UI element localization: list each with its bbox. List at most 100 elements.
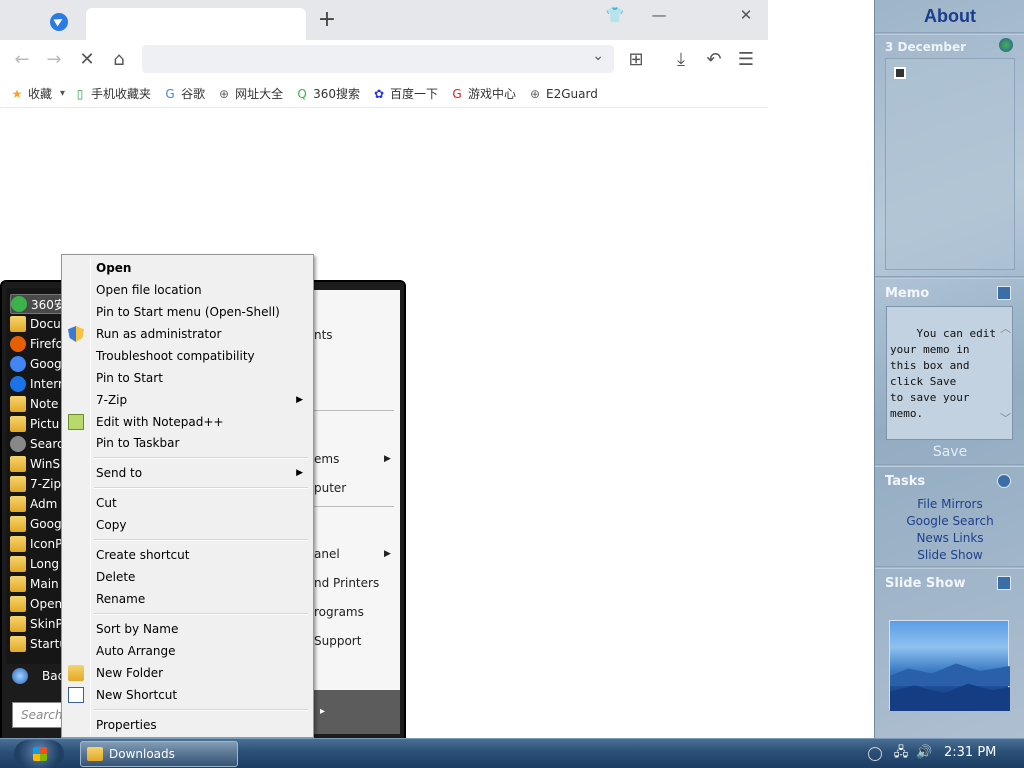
menu-item-pin-start-openshell[interactable]: Pin to Start menu (Open-Shell) [64,301,311,323]
menu-item-send-to[interactable]: Send to ▶ [64,462,311,484]
bookmark-item[interactable]: ✿ 百度一下 [372,85,438,102]
start-menu-pinned-item[interactable]: 7-Zip [10,474,68,494]
volume-icon[interactable]: 🔊 [916,745,932,761]
start-menu-pinned-item[interactable]: SkinP [10,614,68,634]
address-bar[interactable]: ⌄ [142,45,614,73]
menu-item-sort-by-name[interactable]: Sort by Name [64,618,311,640]
network-icon[interactable]: 🖧 [893,745,909,761]
start-menu-pinned-item[interactable]: Searc [10,434,68,454]
menu-item-rename[interactable]: Rename [64,588,311,610]
active-tab[interactable] [86,8,306,40]
menu-item-properties[interactable]: Properties [64,714,311,736]
menu-item-new-shortcut[interactable]: New Shortcut [64,684,311,706]
start-menu-search-input[interactable]: Search p [12,702,68,728]
bookmark-item[interactable]: G 谷歌 [163,85,205,102]
menu-item-edit-notepadpp[interactable]: Edit with Notepad++ [64,411,311,433]
stop-loading-icon[interactable]: ✕ [75,48,99,72]
start-menu-right-item[interactable]: nd Printers [314,576,379,590]
menu-item-7zip[interactable]: 7-Zip ▶ [64,389,311,411]
home-icon[interactable]: ⌂ [107,48,131,72]
start-menu-right-item[interactable]: Support [314,634,361,648]
bookmark-item[interactable]: ⊕ E2Guard [528,87,598,101]
menu-item-cut[interactable]: Cut [64,492,311,514]
minimize-button[interactable]: — [647,4,671,26]
menu-item-delete[interactable]: Delete [64,566,311,588]
close-button[interactable]: ✕ [734,4,758,26]
start-menu-pinned-item[interactable]: Interr [10,374,68,394]
power-options-arrow-icon[interactable]: ▸ [320,706,325,717]
start-menu-pinned-item[interactable]: WinS [10,454,68,474]
forward-arrow-icon[interactable]: → [42,48,66,72]
task-link-slide-show[interactable]: Slide Show [875,548,1024,562]
task-link-google-search[interactable]: Google Search [875,514,1024,528]
start-menu-pinned-item[interactable]: Docu [10,314,68,334]
bookmark-item[interactable]: ⊕ 网址大全 [217,85,283,102]
menu-item-troubleshoot[interactable]: Troubleshoot compatibility [64,345,311,367]
start-menu-pinned-item[interactable]: Goog [10,514,68,534]
memo-save-button[interactable]: Save [875,444,1024,460]
taskbar-clock[interactable]: 2:31 PM [944,745,996,760]
menu-icon[interactable]: ☰ [734,48,758,72]
start-menu-right-item[interactable]: ems [314,452,339,466]
sidebar-about-title[interactable]: About [875,6,1024,27]
menu-item-pin-to-taskbar[interactable]: Pin to Taskbar [64,432,311,454]
start-menu-pinned-item[interactable]: IconP [10,534,68,554]
memo-scrollbar[interactable]: ︿ ﹀ [998,307,1012,439]
bookmark-dropdown-icon[interactable]: ▾ [60,88,65,99]
menu-item-run-as-admin[interactable]: Run as administrator [64,323,311,345]
start-menu-pinned-item[interactable]: Startu [10,634,68,654]
folder-icon [87,747,103,761]
taskbar-item-downloads[interactable]: Downloads [80,741,238,767]
start-menu-pinned-item[interactable]: Main [10,574,68,594]
scroll-up-icon[interactable]: ︿ [1000,321,1011,337]
start-menu-right-item[interactable]: anel [314,547,340,561]
tray-circle-icon[interactable] [868,747,882,761]
start-menu-pinned-item[interactable]: Long [10,554,68,574]
menu-item-open[interactable]: Open [64,257,311,279]
submenu-arrow-icon: ▶ [296,468,303,478]
start-menu-pinned-item[interactable]: Firefo [10,334,68,354]
start-menu-right-item[interactable]: puter [314,481,346,495]
calendar-checkbox-icon[interactable] [894,67,906,79]
bookmark-item[interactable]: G 游戏中心 [450,85,516,102]
start-menu-pinned-item[interactable]: Note [10,394,68,414]
browser-tab-icon[interactable] [50,13,68,31]
start-menu-pinned-item[interactable]: Pictu [10,414,68,434]
task-link-news-links[interactable]: News Links [875,531,1024,545]
menu-item-auto-arrange[interactable]: Auto Arrange [64,640,311,662]
undo-icon[interactable]: ↶ [702,48,726,72]
start-button[interactable] [14,740,64,768]
menu-item-new-folder[interactable]: New Folder [64,662,311,684]
bookmark-item[interactable]: ▯ 手机收藏夹 [73,85,151,102]
tasks-gadget-icon[interactable] [997,474,1011,488]
slideshow-mountain-image[interactable] [889,620,1009,710]
new-tab-button[interactable]: + [316,8,338,32]
slideshow-gadget-icon[interactable] [997,576,1011,590]
bookmark-item[interactable]: Q 360搜索 [295,85,360,102]
back-arrow-icon[interactable]: ← [10,48,34,72]
skin-tshirt-icon[interactable]: 👕 [603,4,627,26]
bookmark-label: E2Guard [546,86,598,101]
calendar-gadget-icon[interactable] [999,38,1013,52]
start-menu-right-item[interactable]: rograms [314,605,364,619]
bookmarks-bar: ★ 收藏 ▾ ▯ 手机收藏夹 G 谷歌 ⊕ 网址大全 Q 360搜索 ✿ 百度一下 G 游戏中心 ⊕ E2Gua… [0,80,768,108]
apps-grid-icon[interactable]: ⊞ [624,48,648,72]
start-menu-pinned-item[interactable]: Adm [10,494,68,514]
start-menu-right-item[interactable]: nts [314,328,333,342]
bookmark-item[interactable]: ★ 收藏 [10,85,52,102]
menu-item-create-shortcut[interactable]: Create shortcut [64,544,311,566]
start-menu-pinned-item[interactable]: Goog [10,354,68,374]
start-menu-pinned-item[interactable]: 360安 [10,294,68,314]
address-dropdown-icon[interactable]: ⌄ [592,48,604,64]
menu-item-pin-to-start[interactable]: Pin to Start [64,367,311,389]
scroll-down-icon[interactable]: ﹀ [1000,411,1011,427]
start-menu-separator [314,410,394,411]
menu-item-copy[interactable]: Copy [64,514,311,536]
menu-item-open-file-location[interactable]: Open file location [64,279,311,301]
task-link-file-mirrors[interactable]: File Mirrors [875,497,1024,511]
pinned-item-label: Docu [30,317,61,331]
memo-textarea[interactable]: You can edit your memo in this box and c… [886,306,1013,440]
memo-gadget-icon[interactable] [997,286,1011,300]
start-menu-pinned-item[interactable]: Open [10,594,68,614]
download-icon[interactable]: ⤓ [669,48,693,72]
